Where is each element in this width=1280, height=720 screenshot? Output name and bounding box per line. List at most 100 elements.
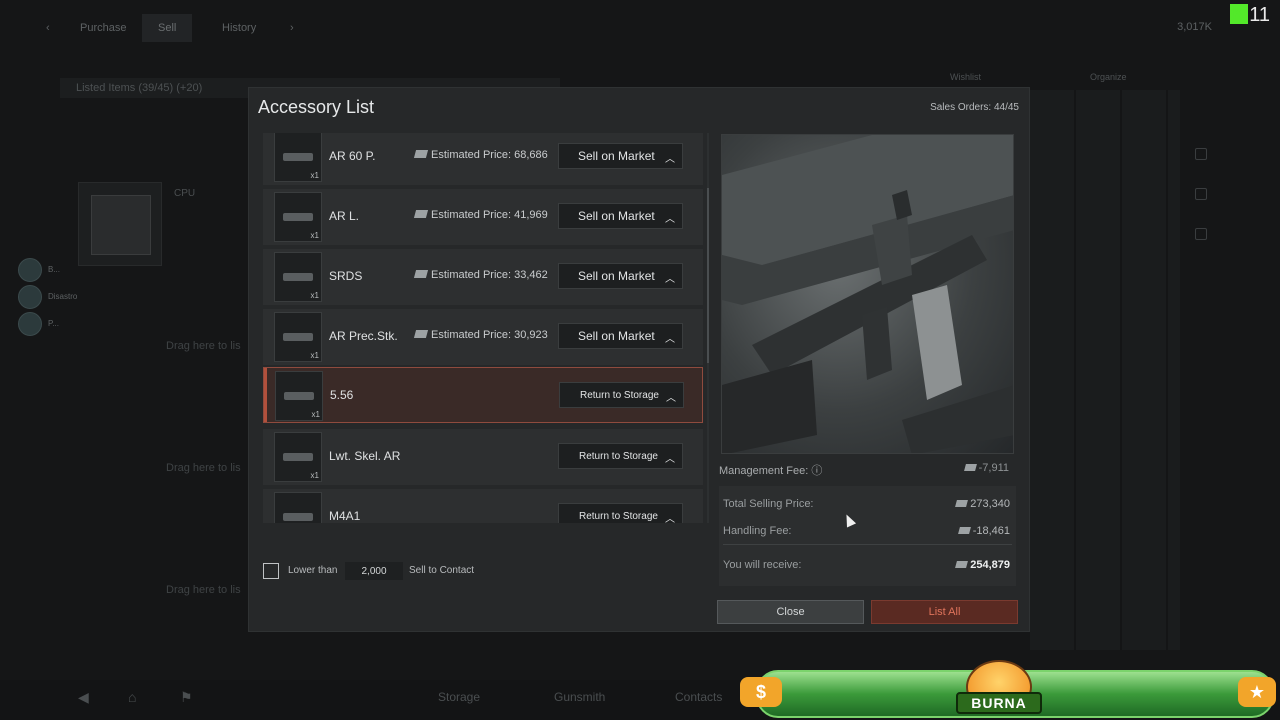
side-tool-icon[interactable]: [1195, 228, 1207, 240]
accessory-list[interactable]: x1 AR 60 P. Estimated Price: 68,686 Sell…: [263, 133, 709, 523]
currency-icon: [413, 270, 429, 278]
item-quantity: x1: [310, 351, 319, 360]
accessory-list-modal: Accessory List Sales Orders: 44/45 x1 AR…: [248, 87, 1030, 632]
player-name: Disastro: [48, 292, 78, 301]
item-name: AR 60 P.: [329, 149, 376, 163]
player-name: B...: [48, 265, 61, 274]
player-name: P...: [48, 319, 59, 328]
flag-icon[interactable]: ⚑: [180, 689, 193, 706]
list-all-button[interactable]: List All: [871, 600, 1018, 624]
list-item-selected[interactable]: x1 5.56 Return to Storage ︿: [263, 367, 703, 423]
return-to-storage-button[interactable]: Return to Storage ︿: [558, 503, 683, 523]
item-thumbnail: x1: [274, 192, 322, 242]
management-fee-value: -7,911: [963, 462, 1009, 474]
currency-icon: [955, 561, 969, 568]
item-quantity: x1: [310, 291, 319, 300]
tab-purchase[interactable]: Purchase: [64, 14, 142, 42]
attachment-icon: [283, 273, 313, 281]
chevron-up-icon: ︿: [665, 274, 675, 285]
list-item[interactable]: x1 AR Prec.Stk. Estimated Price: 30,923 …: [263, 309, 703, 365]
lower-than-checkbox[interactable]: [263, 563, 279, 579]
weapon-preview-image: [721, 134, 1014, 454]
list-item[interactable]: x1 SRDS Estimated Price: 33,462 Sell on …: [263, 249, 703, 305]
drag-drop-zone[interactable]: Drag here to lis: [166, 462, 241, 474]
nav-storage[interactable]: Storage: [438, 690, 480, 704]
sell-on-market-button[interactable]: Sell on Market ︿: [558, 203, 683, 229]
item-price: Estimated Price: 33,462: [413, 269, 548, 281]
currency-icon: [957, 527, 971, 534]
nav-contacts[interactable]: Contacts: [675, 690, 722, 704]
back-arrow-icon[interactable]: ◀: [78, 689, 89, 706]
side-tool-icon[interactable]: [1195, 148, 1207, 160]
drag-drop-zone[interactable]: Drag here to lis: [166, 584, 241, 596]
item-quantity: x1: [311, 410, 320, 419]
cpu-item-slot[interactable]: [78, 182, 162, 266]
list-scroll-thumb[interactable]: [707, 188, 709, 363]
inventory-grid: [1030, 90, 1180, 650]
item-quantity: x1: [310, 171, 319, 180]
player-avatar[interactable]: [18, 285, 42, 309]
handling-fee-label: Handling Fee:: [723, 525, 792, 537]
market-top-bar: ‹ Purchase Sell History › 3,017K 11: [0, 0, 1280, 44]
list-item[interactable]: x1 Lwt. Skel. AR Return to Storage ︿: [263, 429, 703, 485]
total-selling-label: Total Selling Price:: [723, 498, 814, 510]
receive-label: You will receive:: [723, 559, 802, 571]
chevron-up-icon: ︿: [666, 393, 676, 404]
chevron-up-icon: ︿: [665, 154, 675, 165]
player-avatar[interactable]: [18, 312, 42, 336]
lower-than-input[interactable]: [345, 562, 403, 580]
tab-history[interactable]: History: [206, 14, 272, 42]
currency-icon: [963, 464, 977, 471]
chevron-up-icon: ︿: [665, 514, 675, 523]
item-thumbnail: [274, 492, 322, 523]
sell-on-market-button[interactable]: Sell on Market ︿: [558, 323, 683, 349]
divider: [723, 544, 1012, 545]
wishlist-link[interactable]: Wishlist: [950, 72, 981, 82]
back-icon[interactable]: ‹: [30, 14, 66, 42]
attachment-icon: [283, 333, 313, 341]
chevron-up-icon: ︿: [665, 334, 675, 345]
home-icon[interactable]: ⌂: [128, 689, 136, 705]
attachment-icon: [283, 153, 313, 161]
player-avatar[interactable]: [18, 258, 42, 282]
modal-title: Accessory List: [258, 97, 375, 117]
list-item[interactable]: x1 AR 60 P. Estimated Price: 68,686 Sell…: [263, 133, 703, 185]
info-icon[interactable]: ⓘ: [811, 465, 822, 477]
item-quantity: x1: [310, 471, 319, 480]
list-item[interactable]: x1 AR L. Estimated Price: 41,969 Sell on…: [263, 189, 703, 245]
item-name: Lwt. Skel. AR: [329, 449, 401, 463]
item-name: AR Prec.Stk.: [329, 329, 398, 343]
star-icon: ★: [1238, 677, 1276, 707]
item-price: Estimated Price: 30,923: [413, 329, 548, 341]
currency-icon: [413, 150, 429, 158]
sell-on-market-button[interactable]: Sell on Market ︿: [558, 143, 683, 169]
currency-icon: [413, 330, 429, 338]
item-thumbnail: x1: [274, 432, 322, 482]
return-to-storage-button[interactable]: Return to Storage ︿: [558, 443, 683, 469]
side-tool-icon[interactable]: [1195, 188, 1207, 200]
organize-button[interactable]: Organize: [1090, 72, 1127, 82]
dollar-icon: $: [740, 677, 782, 707]
game-screen: ‹ Purchase Sell History › 3,017K 11 List…: [0, 0, 1280, 720]
streamer-brand: BURNA: [956, 692, 1042, 714]
close-button[interactable]: Close: [717, 600, 864, 624]
item-name: M4A1: [329, 509, 361, 523]
drag-drop-zone[interactable]: Drag here to lis: [166, 340, 241, 352]
item-name: SRDS: [329, 269, 363, 283]
overlay-number: 11: [1249, 4, 1270, 26]
next-icon[interactable]: ›: [274, 14, 310, 42]
currency-icon: [955, 500, 969, 507]
item-name: 5.56: [330, 388, 354, 402]
price-summary: Total Selling Price: 273,340 Handling Fe…: [719, 486, 1016, 586]
attachment-icon: [283, 453, 313, 461]
sales-orders-count: Sales Orders: 44/45: [930, 102, 1019, 113]
return-to-storage-button[interactable]: Return to Storage ︿: [559, 382, 684, 408]
list-item[interactable]: M4A1 Return to Storage ︿: [263, 489, 703, 523]
nav-gunsmith[interactable]: Gunsmith: [554, 690, 605, 704]
sell-to-contact-label: Sell to Contact: [409, 565, 475, 576]
sell-on-market-button[interactable]: Sell on Market ︿: [558, 263, 683, 289]
item-thumbnail: x1: [274, 312, 322, 362]
tab-sell[interactable]: Sell: [142, 14, 193, 42]
item-price: Estimated Price: 41,969: [413, 209, 548, 221]
item-thumbnail: x1: [275, 371, 323, 421]
